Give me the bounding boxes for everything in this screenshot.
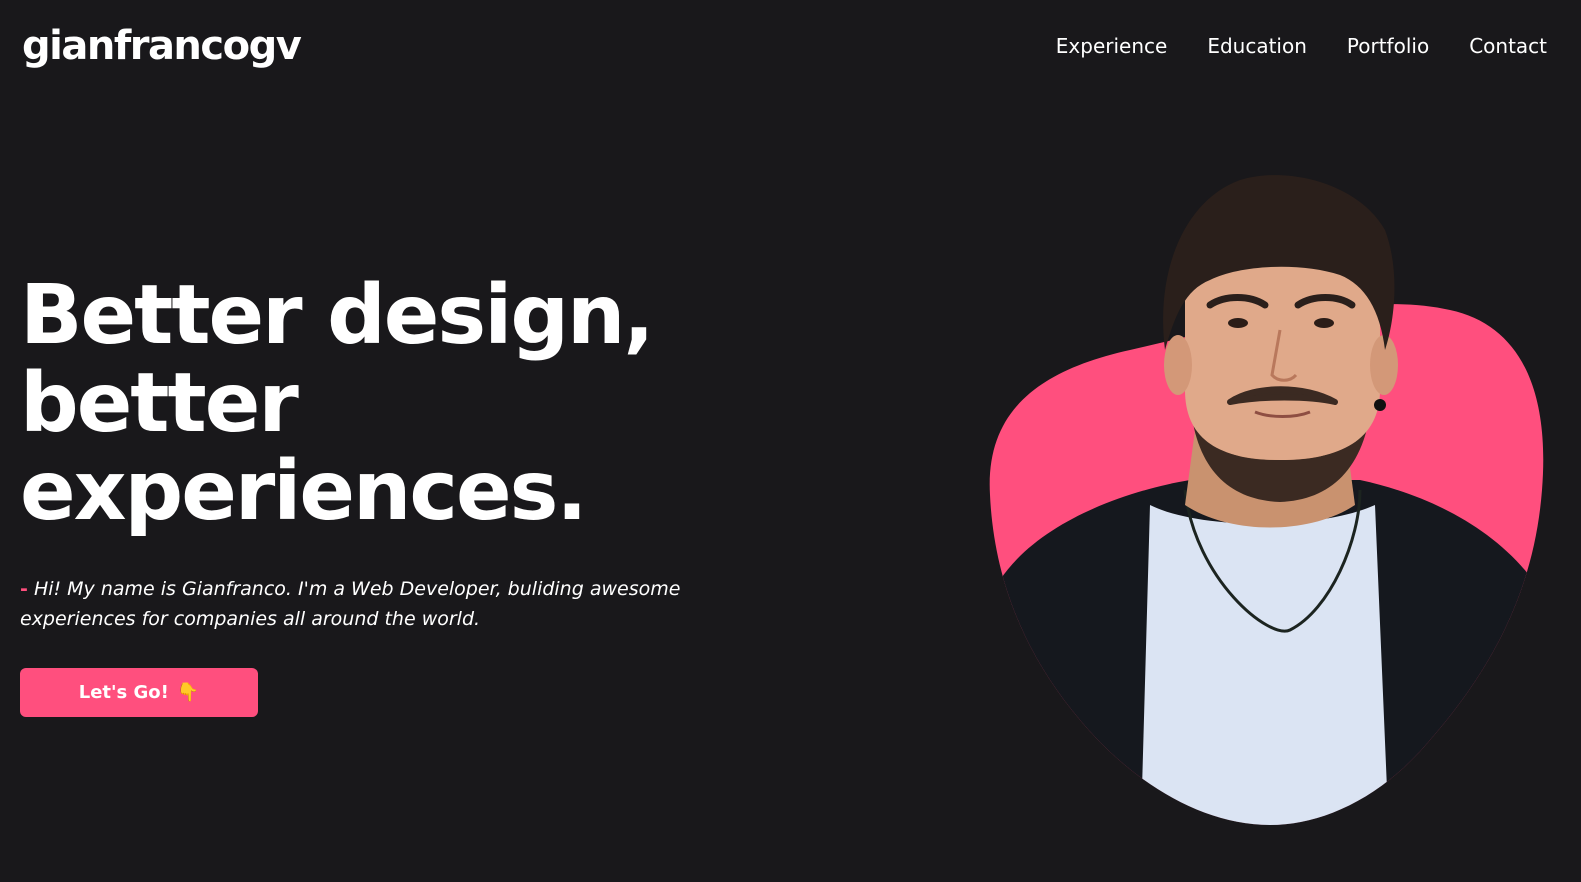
lets-go-button[interactable]: Let's Go! 👇: [20, 668, 258, 717]
main-nav: Experience Education Portfolio Contact: [1056, 32, 1547, 60]
landing-page: gianfrancogv Experience Education Portfo…: [0, 0, 1581, 882]
nav-link-experience[interactable]: Experience: [1056, 32, 1168, 60]
cta-label: Let's Go!: [78, 682, 169, 703]
earring-shape: [1374, 399, 1386, 411]
pointing-down-hand-icon: 👇: [176, 682, 200, 703]
nav-link-portfolio[interactable]: Portfolio: [1347, 32, 1429, 60]
site-logo[interactable]: gianfrancogv: [22, 18, 302, 74]
intro-text: Hi! My name is Gianfranco. I'm a Web Dev…: [20, 578, 681, 630]
right-eye-shape: [1314, 318, 1334, 328]
headline-line-1: Better design,: [20, 268, 655, 363]
right-ear-shape: [1370, 335, 1398, 395]
intro-dash: -: [20, 578, 28, 600]
left-ear-shape: [1164, 335, 1192, 395]
nav-link-contact[interactable]: Contact: [1469, 32, 1547, 60]
headline-line-2: better: [20, 356, 299, 451]
nav-link-education[interactable]: Education: [1207, 32, 1307, 60]
hero-intro: - Hi! My name is Gianfranco. I'm a Web D…: [20, 574, 720, 634]
left-eye-shape: [1228, 318, 1248, 328]
profile-photo: [989, 175, 1544, 825]
headline-line-3: experiences.: [20, 444, 588, 539]
hero-headline: Better design, better experiences.: [20, 268, 655, 539]
tshirt-shape: [1140, 505, 1390, 825]
